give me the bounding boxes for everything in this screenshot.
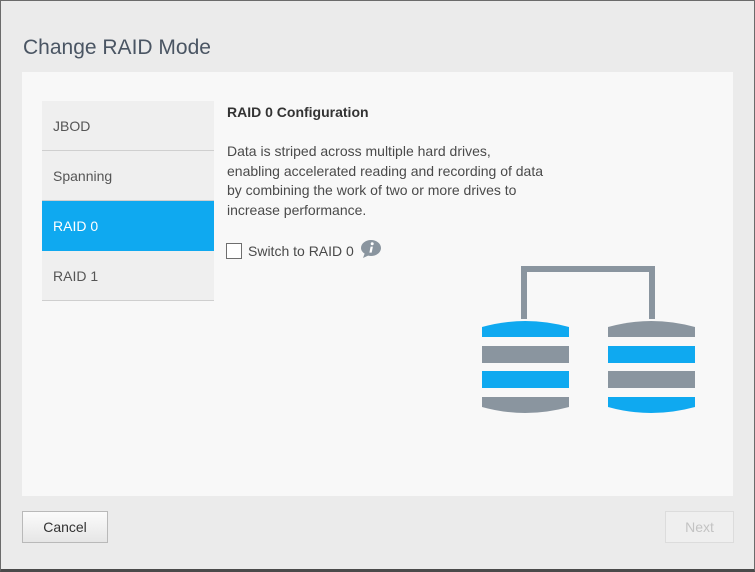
mode-detail: RAID 0 Configuration Data is striped acr… xyxy=(227,103,547,220)
switch-raid0-checkbox[interactable] xyxy=(226,243,242,259)
dialog-title: Change RAID Mode xyxy=(23,36,211,59)
drive-left-icon xyxy=(482,321,569,413)
mode-item-jbod[interactable]: JBOD xyxy=(42,101,214,151)
change-raid-mode-dialog: Change RAID Mode JBOD Spanning RAID 0 RA… xyxy=(0,0,755,572)
content-panel: JBOD Spanning RAID 0 RAID 1 RAID 0 Confi… xyxy=(22,72,733,496)
mode-item-spanning[interactable]: Spanning xyxy=(42,151,214,201)
mode-item-raid1[interactable]: RAID 1 xyxy=(42,251,214,301)
info-icon[interactable] xyxy=(360,239,382,259)
switch-raid0-label[interactable]: Switch to RAID 0 xyxy=(248,243,354,259)
switch-row: Switch to RAID 0 xyxy=(226,240,382,262)
drive-connector xyxy=(521,266,655,319)
drive-right-icon xyxy=(608,321,695,413)
detail-title: RAID 0 Configuration xyxy=(227,104,369,120)
mode-item-raid0[interactable]: RAID 0 xyxy=(42,201,214,251)
cancel-button[interactable]: Cancel xyxy=(22,511,108,543)
raid0-diagram xyxy=(482,266,695,413)
detail-description: Data is striped across multiple hard dri… xyxy=(227,143,544,218)
next-button[interactable]: Next xyxy=(665,511,734,543)
raid-mode-list: JBOD Spanning RAID 0 RAID 1 xyxy=(42,101,214,301)
